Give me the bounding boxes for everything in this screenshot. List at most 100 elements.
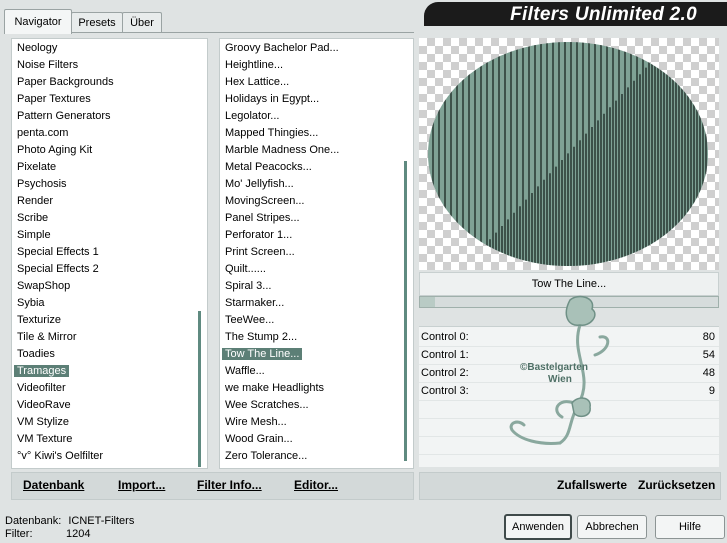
- datenbank-button[interactable]: Datenbank: [23, 478, 84, 492]
- preview-image: [428, 42, 708, 266]
- filter-item[interactable]: Quilt......: [220, 261, 339, 278]
- filter-item-label: Metal Peacocks...: [225, 161, 312, 173]
- filter-item[interactable]: Holidays in Egypt...: [220, 91, 339, 108]
- filter-count-label: Filter:: [5, 528, 33, 540]
- category-item[interactable]: Pixelate: [12, 159, 114, 176]
- filter-item[interactable]: Print Screen...: [220, 244, 339, 261]
- filter-item[interactable]: Tow The Line...: [220, 346, 339, 363]
- control-1-value[interactable]: 54: [703, 346, 715, 364]
- filter-item-label: Holidays in Egypt...: [225, 93, 320, 105]
- filter-item[interactable]: Perforator 1...: [220, 227, 339, 244]
- filter-info-button[interactable]: Filter Info...: [197, 478, 262, 492]
- filter-item[interactable]: Waffle...: [220, 363, 339, 380]
- apply-button[interactable]: Anwenden: [504, 514, 572, 540]
- randomize-button[interactable]: Zufallswerte: [557, 478, 627, 492]
- category-item[interactable]: Videofilter: [12, 380, 114, 397]
- filter-list-panel[interactable]: Groovy Bachelor Pad... Heightline... Hex L…: [219, 38, 414, 469]
- filter-item[interactable]: Starmaker...: [220, 295, 339, 312]
- app-title: Filters Unlimited 2.0: [510, 4, 697, 25]
- category-item[interactable]: Noise Filters: [12, 57, 114, 74]
- database-value: ICNET-Filters: [68, 515, 135, 527]
- filter-count-value: 1204: [66, 528, 91, 540]
- control-3-label: Control 3:: [421, 385, 469, 397]
- help-button[interactable]: Hilfe: [655, 515, 725, 539]
- category-item[interactable]: Special Effects 1: [12, 244, 114, 261]
- control-3-value[interactable]: 9: [709, 382, 715, 400]
- category-item[interactable]: Render: [12, 193, 114, 210]
- category-item[interactable]: Simple: [12, 227, 114, 244]
- filter-list[interactable]: Groovy Bachelor Pad... Heightline... Hex L…: [220, 40, 339, 465]
- filter-scrollbar-thumb[interactable]: [404, 161, 407, 461]
- category-item[interactable]: Paper Textures: [12, 91, 114, 108]
- category-item-label: Psychosis: [17, 178, 67, 190]
- category-item[interactable]: Texturize: [12, 312, 114, 329]
- filter-item[interactable]: Heightline...: [220, 57, 339, 74]
- filter-item-label: Wee Scratches...: [225, 399, 309, 411]
- category-item[interactable]: Scribe: [12, 210, 114, 227]
- category-item[interactable]: Neology: [12, 40, 114, 57]
- category-item-label: Pattern Generators: [17, 110, 111, 122]
- filter-item[interactable]: Zero Tolerance...: [220, 448, 339, 465]
- category-item[interactable]: Special Effects 2: [12, 261, 114, 278]
- category-item[interactable]: Tile & Mirror: [12, 329, 114, 346]
- editor-button[interactable]: Editor...: [294, 478, 338, 492]
- reset-button[interactable]: Zurücksetzen: [638, 478, 715, 492]
- filter-item[interactable]: MovingScreen...: [220, 193, 339, 210]
- database-status: Datenbank: ICNET-Filters: [5, 515, 134, 527]
- filter-item[interactable]: The Stump 2...: [220, 329, 339, 346]
- category-item-label: VM Texture: [17, 433, 73, 445]
- cancel-button[interactable]: Abbrechen: [577, 515, 647, 539]
- category-item-label: Noise Filters: [17, 59, 79, 71]
- category-item[interactable]: Tramages: [12, 363, 114, 380]
- category-scrollbar-thumb[interactable]: [198, 311, 201, 467]
- filter-item[interactable]: Metal Peacocks...: [220, 159, 339, 176]
- filter-item-label: Mo' Jellyfish...: [225, 178, 294, 190]
- category-item[interactable]: SwapShop: [12, 278, 114, 295]
- filter-item[interactable]: Spiral 3...: [220, 278, 339, 295]
- category-item[interactable]: VM Texture: [12, 431, 114, 448]
- import-button[interactable]: Import...: [118, 478, 165, 492]
- category-item-label: Toadies: [17, 348, 55, 360]
- control-0-value[interactable]: 80: [703, 328, 715, 346]
- category-list[interactable]: Neology Noise Filters Paper Backgrounds Pap…: [12, 40, 114, 465]
- category-item[interactable]: Photo Aging Kit: [12, 142, 114, 159]
- filter-item[interactable]: Groovy Bachelor Pad...: [220, 40, 339, 57]
- category-item-label: Photo Aging Kit: [17, 144, 93, 156]
- filter-item[interactable]: we make Headlights: [220, 380, 339, 397]
- category-item-label: Render: [17, 195, 54, 207]
- tab-about[interactable]: Über: [122, 12, 162, 33]
- category-item[interactable]: Toadies: [12, 346, 114, 363]
- filter-item-label: Wood Grain...: [225, 433, 293, 445]
- category-item[interactable]: Sybia: [12, 295, 114, 312]
- category-item[interactable]: VideoRave: [12, 397, 114, 414]
- selected-filter-name: Tow The Line...: [419, 272, 719, 296]
- filter-item[interactable]: Legolator...: [220, 108, 339, 125]
- category-item-label: VM Stylize: [17, 416, 69, 428]
- tab-presets[interactable]: Presets: [71, 12, 123, 33]
- control-2-value[interactable]: 48: [703, 364, 715, 382]
- filter-item-label: Spiral 3...: [225, 280, 272, 292]
- filter-item[interactable]: Wire Mesh...: [220, 414, 339, 431]
- filter-item[interactable]: Mo' Jellyfish...: [220, 176, 339, 193]
- category-item-label: Paper Textures: [17, 93, 91, 105]
- filter-item-label: Waffle...: [225, 365, 265, 377]
- filter-item[interactable]: Wood Grain...: [220, 431, 339, 448]
- control-0-label: Control 0:: [421, 331, 469, 343]
- filter-item[interactable]: TeeWee...: [220, 312, 339, 329]
- filter-item[interactable]: Panel Stripes...: [220, 210, 339, 227]
- category-item[interactable]: penta.com: [12, 125, 114, 142]
- category-item[interactable]: °v° Kiwi's Oelfilter: [12, 448, 114, 465]
- filter-item-label: Panel Stripes...: [225, 212, 300, 224]
- tab-navigator[interactable]: Navigator: [4, 9, 72, 34]
- category-item[interactable]: Psychosis: [12, 176, 114, 193]
- filter-item[interactable]: Marble Madness One...: [220, 142, 339, 159]
- filter-item[interactable]: Hex Lattice...: [220, 74, 339, 91]
- category-list-panel[interactable]: Neology Noise Filters Paper Backgrounds Pap…: [11, 38, 208, 469]
- filter-count-status: Filter: 1204: [5, 528, 90, 540]
- category-item[interactable]: Paper Backgrounds: [12, 74, 114, 91]
- category-item-label: Texturize: [17, 314, 62, 326]
- filter-item[interactable]: Mapped Thingies...: [220, 125, 339, 142]
- category-item[interactable]: VM Stylize: [12, 414, 114, 431]
- category-item[interactable]: Pattern Generators: [12, 108, 114, 125]
- filter-item[interactable]: Wee Scratches...: [220, 397, 339, 414]
